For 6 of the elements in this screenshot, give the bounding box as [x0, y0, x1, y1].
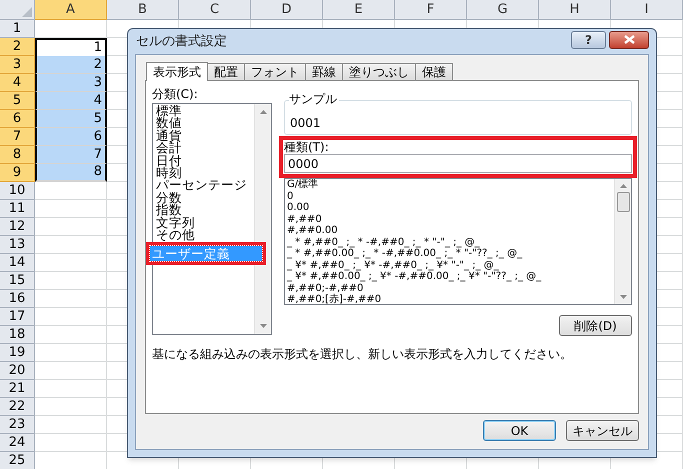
sample-value: 0001 — [290, 116, 321, 130]
sample-label: サンプル — [289, 92, 339, 106]
window-title: セルの書式設定 — [136, 32, 227, 51]
category-label: 分類(C): — [152, 87, 199, 101]
description-text: 基になる組み込みの表示形式を選択し、新しい表示形式を入力してください。 — [152, 346, 573, 363]
type-label: 種類(T): — [284, 140, 330, 154]
